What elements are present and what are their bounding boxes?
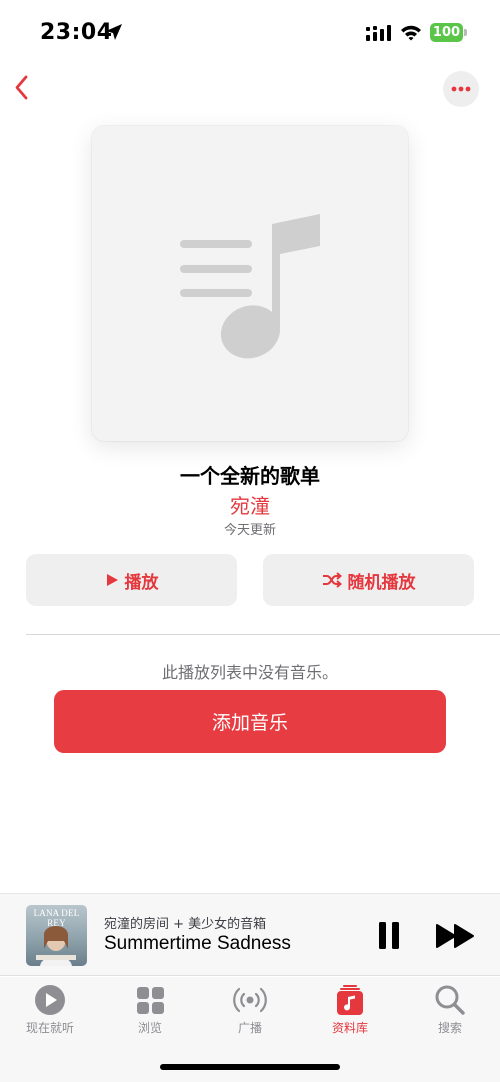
tab-label: 资料库 — [331, 1021, 368, 1035]
tab-label: 搜索 — [437, 1021, 462, 1035]
playlist-title: 一个全新的歌单 — [180, 464, 320, 488]
tab-label: 现在就听 — [25, 1021, 74, 1035]
tab-search[interactable]: 搜索 — [400, 983, 500, 1036]
more-button[interactable] — [443, 71, 479, 107]
play-button[interactable]: 播放 — [26, 554, 237, 606]
add-music-label: 添加音乐 — [211, 712, 288, 734]
playlist-updated: 今天更新 — [223, 523, 276, 538]
status-bar: 23:04 100 — [0, 0, 500, 66]
play-circle-icon — [35, 985, 65, 1015]
play-icon — [105, 573, 119, 587]
ellipsis-icon — [451, 86, 471, 92]
tab-label: 浏览 — [137, 1021, 162, 1035]
status-time: 23:04 — [40, 20, 113, 45]
battery-icon: 100 — [430, 23, 463, 42]
now-playing-source: 宛潼的房间 + 美少女的音箱 — [104, 917, 267, 932]
chevron-left-icon — [15, 75, 28, 100]
tab-label: 广播 — [237, 1021, 262, 1035]
radio-icon — [233, 987, 267, 1013]
play-label: 播放 — [124, 572, 159, 593]
battery-tip — [464, 29, 467, 36]
back-button[interactable] — [8, 70, 44, 106]
mini-player[interactable]: LANA DEL REY 宛潼的房间 + 美少女的音箱 Summertime S… — [0, 893, 500, 976]
empty-playlist-message: 此播放列表中没有音乐。 — [161, 663, 338, 682]
tab-listen-now[interactable]: 现在就听 — [0, 983, 100, 1036]
home-indicator — [160, 1064, 340, 1070]
divider — [26, 634, 500, 635]
shuffle-button[interactable]: 随机播放 — [263, 554, 474, 606]
shuffle-label: 随机播放 — [347, 572, 416, 593]
now-playing-song: Summertime Sadness — [104, 933, 291, 954]
forward-button[interactable] — [434, 920, 478, 952]
library-icon — [337, 985, 363, 1015]
grid-icon — [137, 987, 164, 1014]
search-icon — [435, 985, 465, 1015]
tab-radio[interactable]: 广播 — [200, 983, 300, 1036]
location-arrow-icon — [104, 22, 124, 46]
playlist-artwork — [92, 126, 408, 441]
playlist-owner[interactable]: 宛潼 — [0, 490, 500, 519]
shuffle-icon — [322, 572, 342, 588]
pause-icon — [379, 922, 399, 949]
pause-button[interactable] — [376, 920, 404, 952]
tab-library[interactable]: 资料库 — [300, 983, 400, 1036]
album-artwork: LANA DEL REY — [26, 905, 87, 966]
wifi-icon — [400, 24, 422, 45]
add-music-button[interactable]: 添加音乐 — [54, 690, 446, 753]
fast-forward-icon — [436, 924, 474, 948]
cellular-signal-icon — [366, 25, 392, 45]
music-note-icon — [180, 214, 320, 359]
tab-browse[interactable]: 浏览 — [100, 983, 200, 1036]
